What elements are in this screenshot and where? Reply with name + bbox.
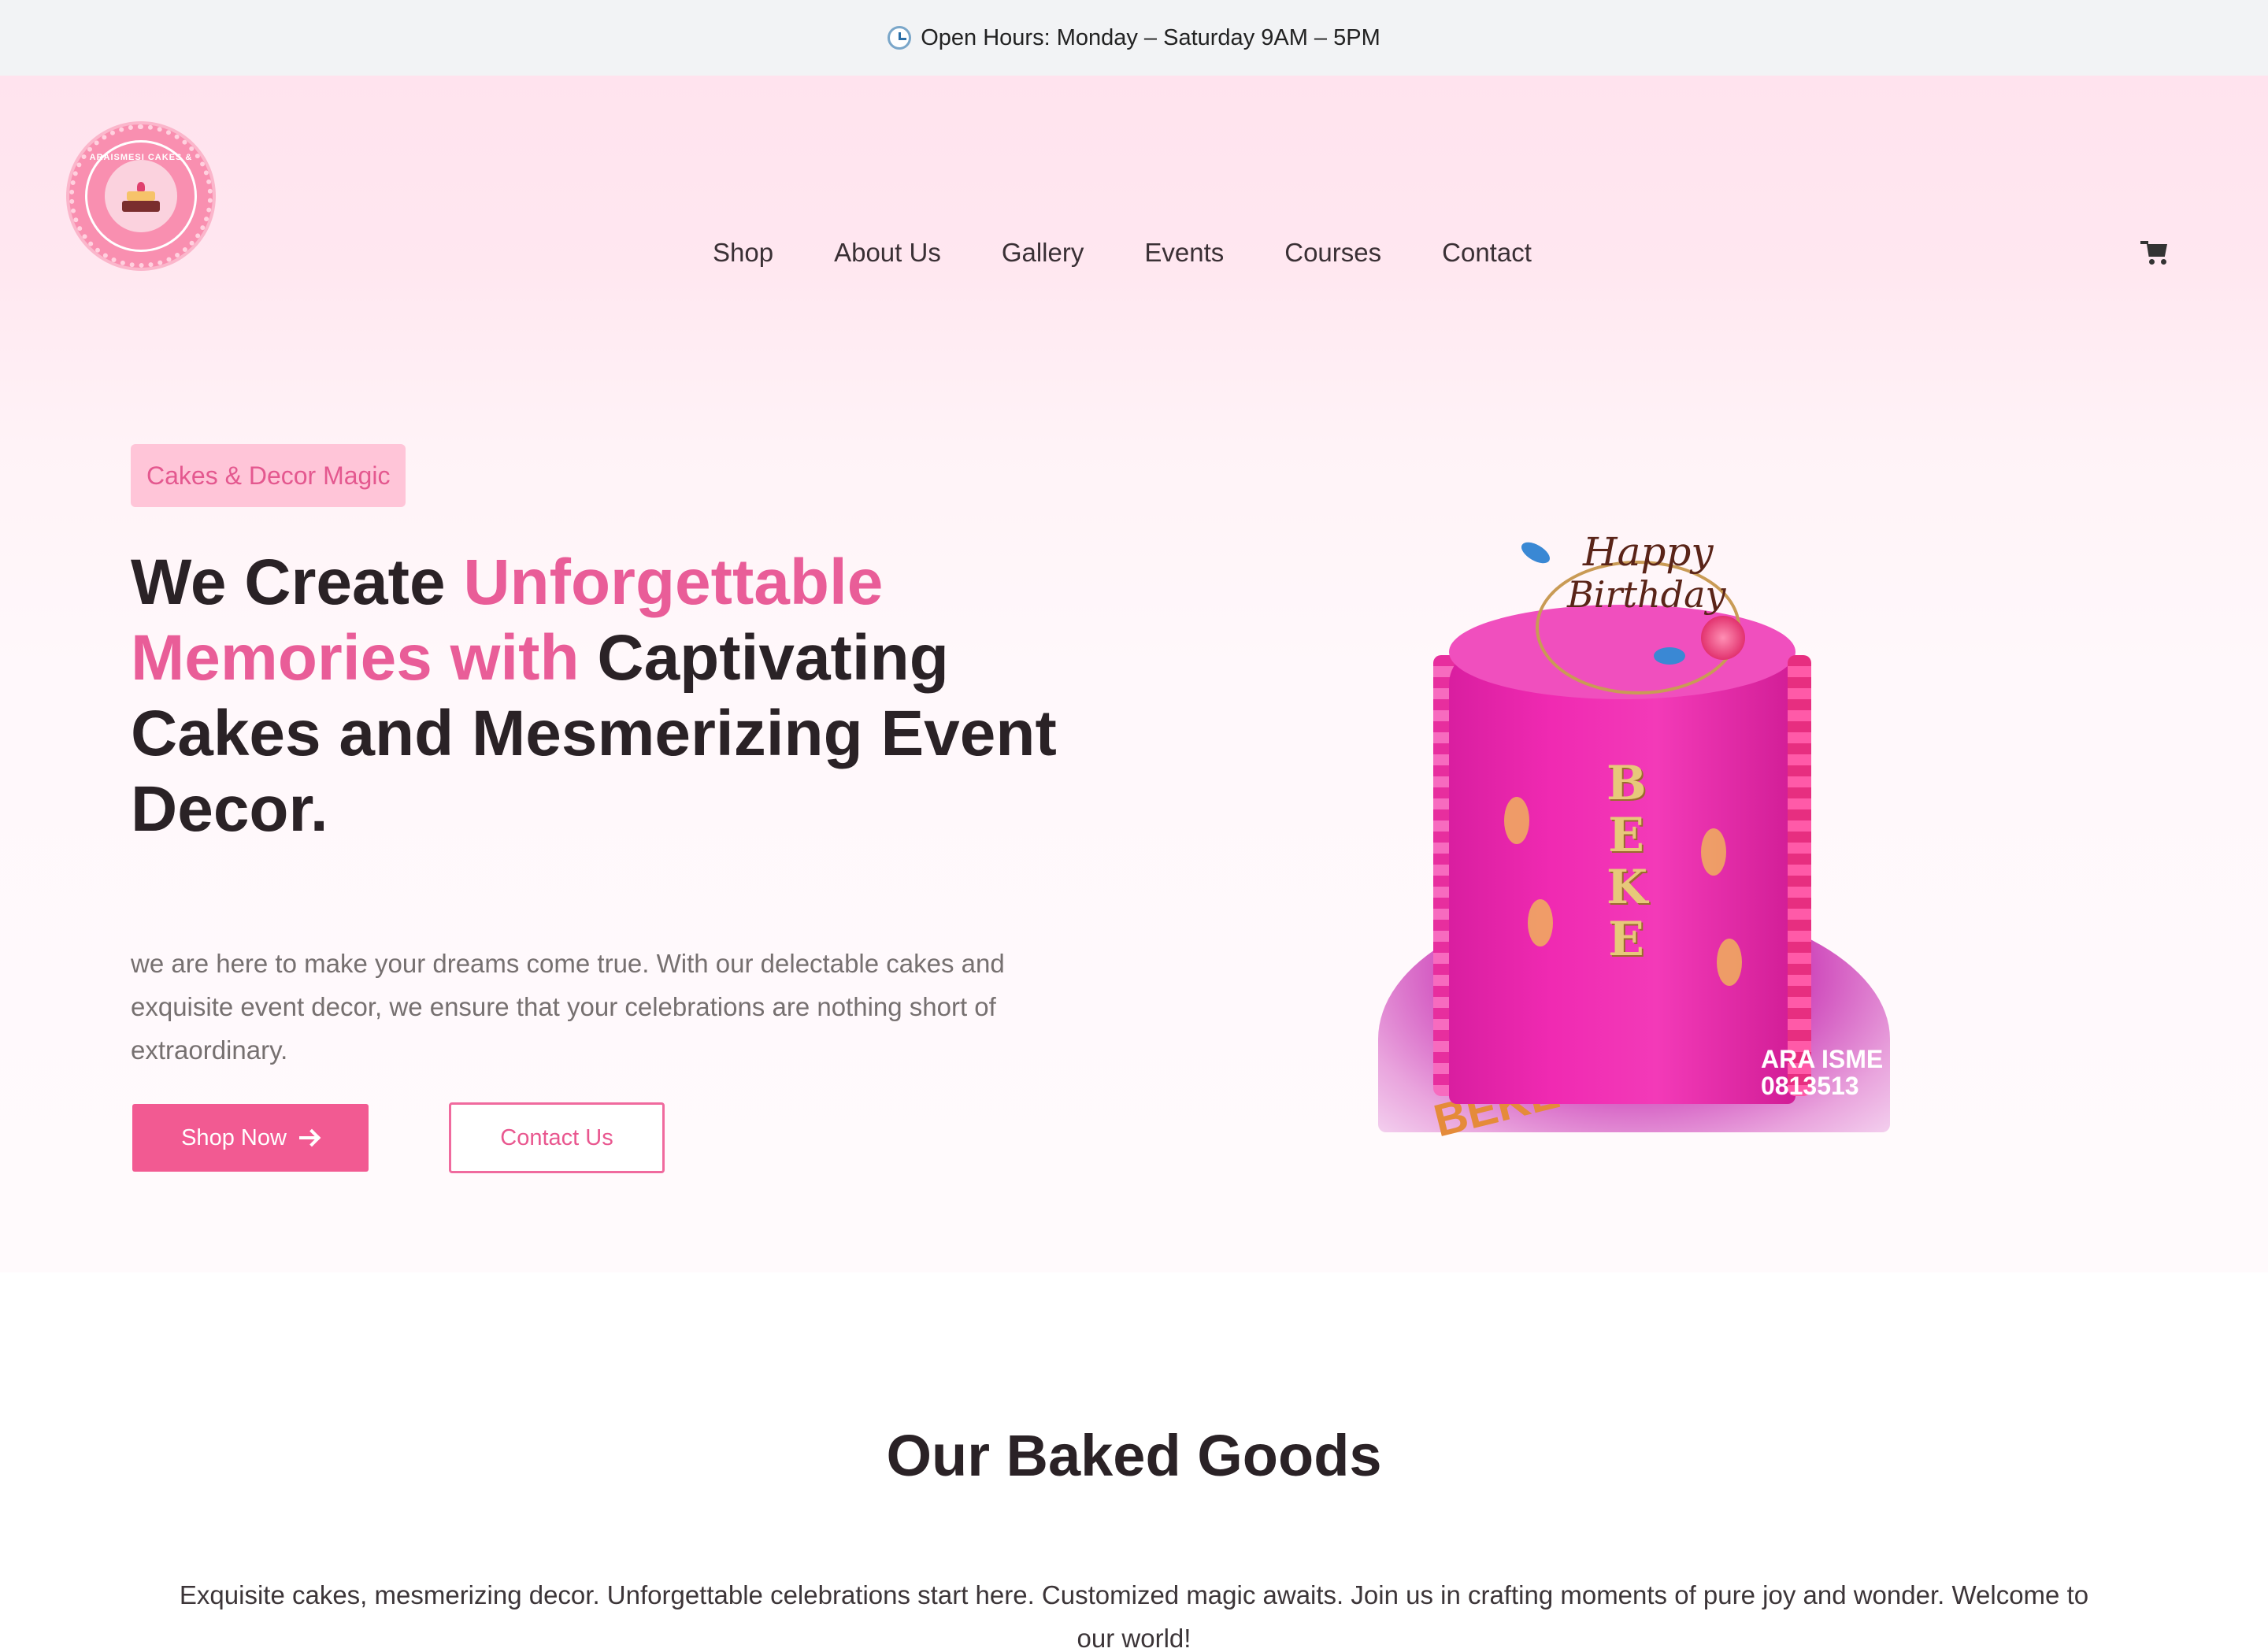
cake-decoration (1701, 828, 1726, 876)
cake-frill-right (1788, 655, 1811, 1096)
baked-goods-description: Exquisite cakes, mesmerizing decor. Unfo… (179, 1580, 2089, 1652)
nav-item-contact[interactable]: Contact (1442, 238, 1532, 268)
shop-now-label: Shop Now (181, 1124, 287, 1150)
leaf-icon (1518, 538, 1554, 568)
cake-icon (122, 180, 160, 212)
hero-cake-image: BEKE B E K E Happy Birthday ARA ISME 081… (1370, 529, 1890, 1147)
cake-letter: E (1608, 808, 1644, 863)
nav-item-about-us[interactable]: About Us (834, 238, 941, 268)
watermark-line1: ARA ISME (1761, 1045, 1884, 1073)
cake-decoration (1504, 797, 1529, 844)
image-watermark: ARA ISME 0813513 (1761, 1046, 1883, 1099)
cake-decoration (1717, 939, 1742, 986)
site-logo[interactable]: ARAISMESI CAKES & EVENT (69, 124, 213, 268)
cake-topper: Happy Birthday (1512, 529, 1764, 695)
cake-name-letters: B E K E (1606, 756, 1648, 967)
headline-part-1: We Create (131, 546, 464, 618)
topper-text-line2: Birthday (1567, 573, 1726, 616)
rose-icon (1701, 616, 1745, 660)
cake-letter: K (1606, 860, 1648, 915)
contact-us-label: Contact Us (500, 1124, 613, 1150)
cake-decoration (1528, 899, 1553, 946)
contact-us-button[interactable]: Contact Us (449, 1102, 665, 1173)
cake-letter: B (1606, 756, 1647, 811)
topper-text-line1: Happy (1583, 529, 1714, 575)
baked-goods-title: Our Baked Goods (886, 1423, 1382, 1488)
arrow-right-icon (298, 1129, 320, 1146)
clock-icon (888, 26, 912, 50)
leaf-icon (1654, 647, 1685, 665)
watermark-line2: 0813513 (1761, 1072, 1859, 1100)
nav-item-shop[interactable]: Shop (713, 238, 773, 268)
hero-intro-text: we are here to make your dreams come tru… (131, 949, 1005, 1065)
main-nav: Shop About Us Gallery Events Courses Con… (713, 238, 1532, 268)
logo-emblem (105, 160, 177, 232)
nav-item-events[interactable]: Events (1144, 238, 1224, 268)
hero-headline: We Create Unforgettable Memories with Ca… (131, 545, 1107, 847)
open-hours-text: Open Hours: Monday – Saturday 9AM – 5PM (921, 24, 1380, 50)
hero-section: ARAISMESI CAKES & EVENT Shop About Us Ga… (0, 76, 2268, 1272)
nav-item-courses[interactable]: Courses (1284, 238, 1381, 268)
hero-badge: Cakes & Decor Magic (131, 444, 406, 507)
cake-letter: E (1608, 912, 1644, 967)
cart-icon[interactable] (2140, 241, 2169, 265)
shop-now-button[interactable]: Shop Now (132, 1104, 369, 1172)
nav-item-gallery[interactable]: Gallery (1002, 238, 1084, 268)
open-hours-bar: Open Hours: Monday – Saturday 9AM – 5PM (0, 0, 2268, 76)
